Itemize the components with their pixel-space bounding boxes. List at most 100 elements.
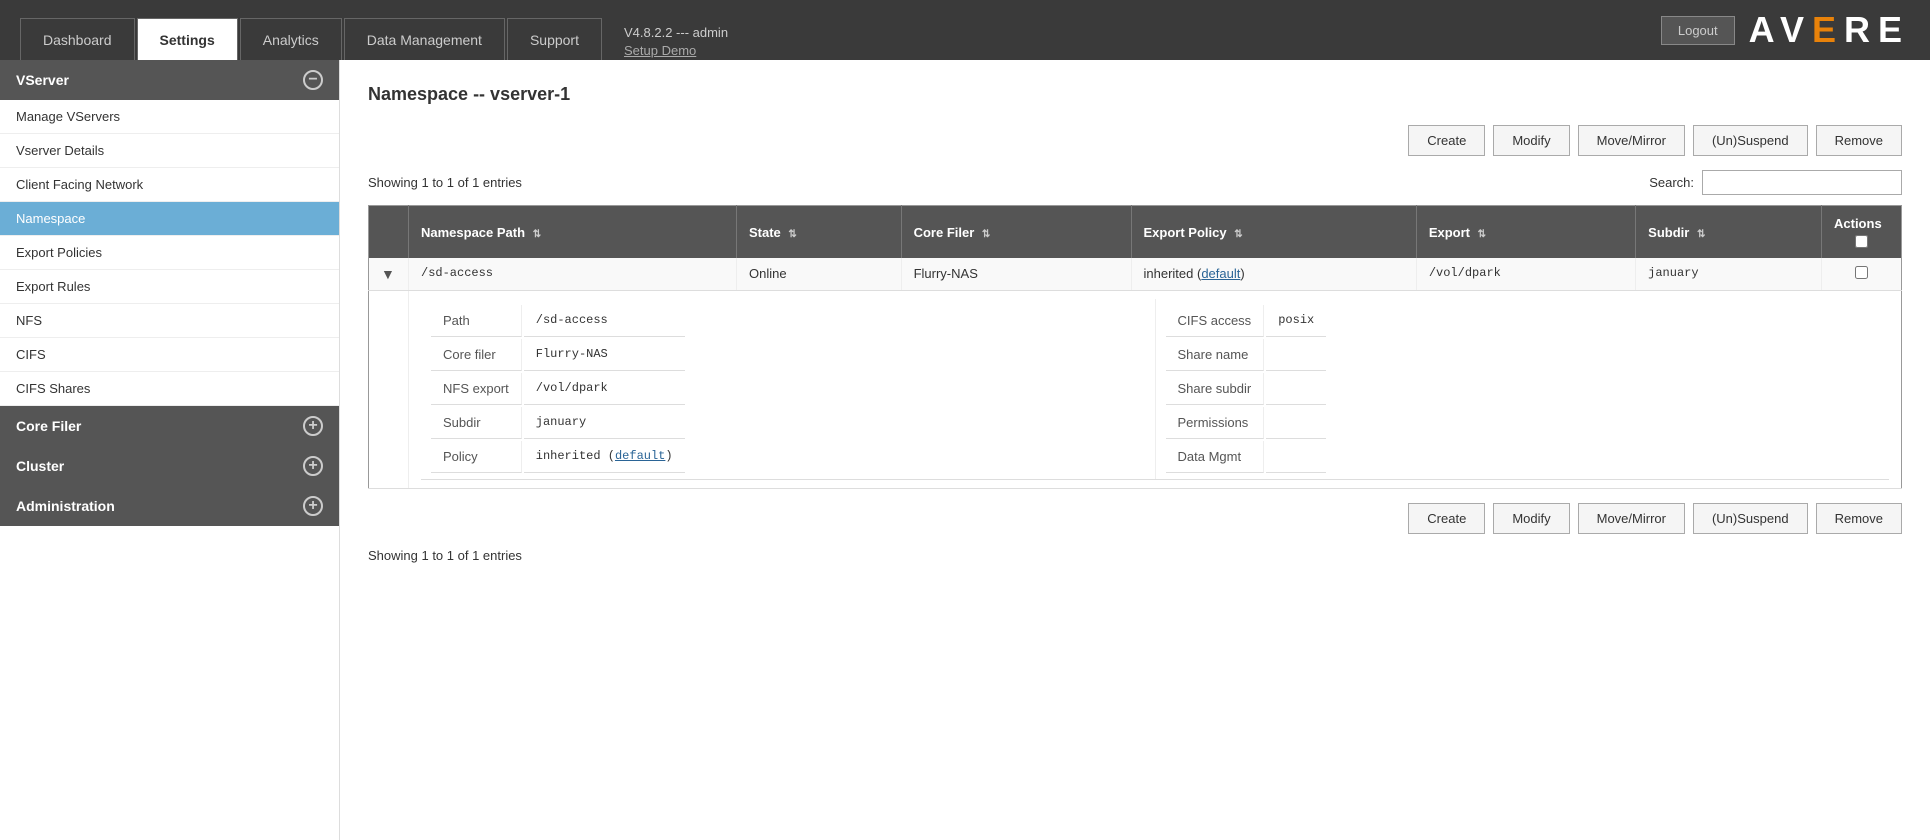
detail-nfsexport-key: NFS export — [431, 373, 522, 405]
sidebar-item-cifs-shares[interactable]: CIFS Shares — [0, 372, 339, 406]
detail-expand-spacer — [369, 291, 409, 489]
bottom-action-buttons: Create Modify Move/Mirror (Un)Suspend Re… — [368, 503, 1902, 534]
detail-share-name-key: Share name — [1166, 339, 1265, 371]
sidebar-section-core-filer[interactable]: Core Filer + — [0, 406, 339, 446]
tab-data-management[interactable]: Data Management — [344, 18, 505, 60]
create-button-bottom[interactable]: Create — [1408, 503, 1485, 534]
actions-checkbox-cell — [1822, 258, 1902, 291]
detail-policy-val: inherited (default) — [524, 441, 685, 473]
sidebar-core-filer-icon: + — [303, 416, 323, 436]
detail-policy-key: Policy — [431, 441, 522, 473]
detail-policy-link[interactable]: default — [615, 449, 665, 463]
sidebar-item-export-policies[interactable]: Export Policies — [0, 236, 339, 270]
th-core-filer[interactable]: Core Filer ⇅ — [901, 206, 1131, 259]
sidebar-item-manage-vservers[interactable]: Manage VServers — [0, 100, 339, 134]
detail-path-key: Path — [431, 305, 522, 337]
export-cell: /vol/dpark — [1416, 258, 1635, 291]
namespace-table: Namespace Path ⇅ State ⇅ Core Filer ⇅ Ex… — [368, 205, 1902, 489]
create-button-top[interactable]: Create — [1408, 125, 1485, 156]
remove-button-bottom[interactable]: Remove — [1816, 503, 1902, 534]
avere-brand: AVERE — [1749, 9, 1910, 51]
sidebar-core-filer-label: Core Filer — [16, 418, 81, 434]
sidebar-item-nfs[interactable]: NFS — [0, 304, 339, 338]
sidebar-item-cifs[interactable]: CIFS — [0, 338, 339, 372]
move-mirror-button-bottom[interactable]: Move/Mirror — [1578, 503, 1685, 534]
content-area: Namespace -- vserver-1 Create Modify Mov… — [340, 60, 1930, 840]
namespace-path-cell: /sd-access — [409, 258, 737, 291]
export-policy-cell: inherited (default) — [1131, 258, 1416, 291]
export-policy-suffix: ) — [1240, 266, 1244, 281]
sidebar-administration-label: Administration — [16, 498, 115, 514]
sidebar-section-cluster[interactable]: Cluster + — [0, 446, 339, 486]
detail-share-subdir-key: Share subdir — [1166, 373, 1265, 405]
detail-permissions-key: Permissions — [1166, 407, 1265, 439]
detail-cifs-access-val: posix — [1266, 305, 1326, 337]
state-cell: Online — [736, 258, 901, 291]
avere-logo-e: E — [1812, 9, 1844, 50]
th-subdir[interactable]: Subdir ⇅ — [1636, 206, 1822, 259]
nav-tabs: Dashboard Settings Analytics Data Manage… — [20, 0, 728, 60]
avere-logo-re: RE — [1844, 9, 1910, 50]
modify-button-bottom[interactable]: Modify — [1493, 503, 1569, 534]
modify-button-top[interactable]: Modify — [1493, 125, 1569, 156]
unsuspend-button-bottom[interactable]: (Un)Suspend — [1693, 503, 1808, 534]
actions-select-all[interactable] — [1855, 235, 1868, 248]
detail-nfsexport-val: /vol/dpark — [524, 373, 685, 405]
avere-logo-av: AV — [1749, 9, 1812, 50]
main-layout: VServer − Manage VServers Vserver Detail… — [0, 60, 1930, 840]
core-filer-cell: Flurry-NAS — [901, 258, 1131, 291]
topbar: Dashboard Settings Analytics Data Manage… — [0, 0, 1930, 60]
logout-button[interactable]: Logout — [1661, 16, 1735, 45]
sidebar-cluster-label: Cluster — [16, 458, 64, 474]
detail-permissions-val — [1266, 407, 1326, 439]
move-mirror-button-top[interactable]: Move/Mirror — [1578, 125, 1685, 156]
tab-support[interactable]: Support — [507, 18, 602, 60]
th-export[interactable]: Export ⇅ — [1416, 206, 1635, 259]
sidebar-item-export-rules[interactable]: Export Rules — [0, 270, 339, 304]
detail-subdir-val: january — [524, 407, 685, 439]
detail-subdir-key: Subdir — [431, 407, 522, 439]
tab-dashboard[interactable]: Dashboard — [20, 18, 135, 60]
sidebar-section-administration[interactable]: Administration + — [0, 486, 339, 526]
row-checkbox[interactable] — [1855, 266, 1868, 279]
search-input[interactable] — [1702, 170, 1902, 195]
th-namespace-path[interactable]: Namespace Path ⇅ — [409, 206, 737, 259]
sidebar-vserver-label: VServer — [16, 72, 69, 88]
tab-settings[interactable]: Settings — [137, 18, 238, 60]
sidebar-administration-icon: + — [303, 496, 323, 516]
expand-cell[interactable]: ▼ — [369, 258, 409, 291]
detail-row: Path /sd-access Core filer Flurry-NAS — [369, 291, 1902, 489]
subdir-cell: january — [1636, 258, 1822, 291]
detail-path-val: /sd-access — [524, 305, 685, 337]
sidebar-item-client-facing-network[interactable]: Client Facing Network — [0, 168, 339, 202]
unsuspend-button-top[interactable]: (Un)Suspend — [1693, 125, 1808, 156]
version-info: V4.8.2.2 --- admin Setup Demo — [624, 24, 728, 60]
sidebar-item-namespace[interactable]: Namespace — [0, 202, 339, 236]
th-state[interactable]: State ⇅ — [736, 206, 901, 259]
tab-analytics[interactable]: Analytics — [240, 18, 342, 60]
page-title: Namespace -- vserver-1 — [368, 84, 1902, 105]
detail-cifs-access-key: CIFS access — [1166, 305, 1265, 337]
sidebar-cluster-icon: + — [303, 456, 323, 476]
showing-top: Showing 1 to 1 of 1 entries — [368, 175, 522, 190]
sidebar-section-vserver[interactable]: VServer − — [0, 60, 339, 100]
search-label: Search: — [1649, 175, 1694, 190]
search-box: Search: — [1649, 170, 1902, 195]
expand-arrow-icon[interactable]: ▼ — [381, 266, 395, 282]
th-export-policy[interactable]: Export Policy ⇅ — [1131, 206, 1416, 259]
detail-corefiler-key: Core filer — [431, 339, 522, 371]
showing-bottom: Showing 1 to 1 of 1 entries — [368, 548, 1902, 563]
detail-share-subdir-val — [1266, 373, 1326, 405]
detail-content: Path /sd-access Core filer Flurry-NAS — [409, 291, 1902, 489]
detail-share-name-val — [1266, 339, 1326, 371]
sidebar-item-vserver-details[interactable]: Vserver Details — [0, 134, 339, 168]
export-policy-link[interactable]: default — [1201, 266, 1240, 281]
avere-logo: Logout AVERE — [1661, 9, 1910, 51]
remove-button-top[interactable]: Remove — [1816, 125, 1902, 156]
table-row: ▼ /sd-access Online Flurry-NAS inherited… — [369, 258, 1902, 291]
table-info-row: Showing 1 to 1 of 1 entries Search: — [368, 170, 1902, 195]
sidebar: VServer − Manage VServers Vserver Detail… — [0, 60, 340, 840]
th-expand — [369, 206, 409, 259]
top-action-buttons: Create Modify Move/Mirror (Un)Suspend Re… — [368, 125, 1902, 156]
detail-data-mgmt-key: Data Mgmt — [1166, 441, 1265, 473]
